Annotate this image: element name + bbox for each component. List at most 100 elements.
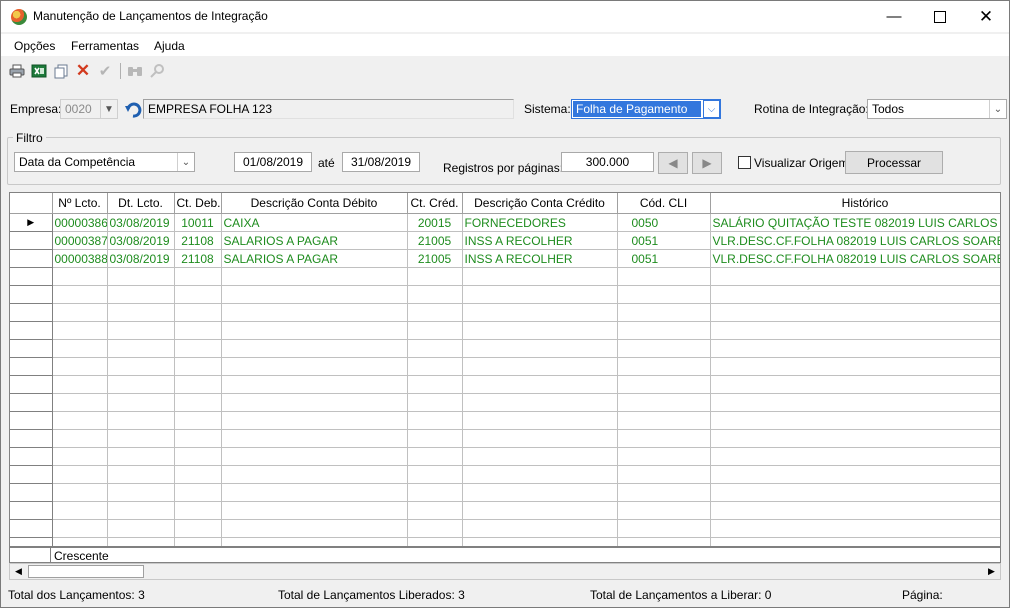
export-excel-button[interactable] — [30, 62, 48, 80]
empty-cell — [710, 267, 1000, 286]
row-indicator[interactable] — [10, 231, 53, 250]
confirm-button[interactable]: ✔ — [96, 62, 114, 80]
table-cell[interactable]: 10011 — [174, 213, 222, 232]
table-cell[interactable]: SALÁRIO QUITAÇÃO TESTE 082019 LUIS CARLO… — [710, 213, 1000, 232]
main-window: Manutenção de Lançamentos de Integração … — [0, 0, 1010, 608]
table-cell[interactable]: 03/08/2019 — [107, 213, 175, 232]
empty-cell — [462, 321, 618, 340]
filtro-title: Filtro — [13, 131, 46, 145]
table-cell[interactable]: INSS A RECOLHER — [462, 231, 618, 250]
empty-cell — [407, 411, 463, 430]
minimize-button[interactable]: — — [871, 1, 917, 32]
search-button[interactable] — [148, 62, 166, 80]
window-title: Manutenção de Lançamentos de Integração — [33, 9, 268, 23]
delete-button[interactable]: ✕ — [74, 61, 92, 80]
data-fim-input[interactable]: 31/08/2019 — [342, 152, 420, 172]
menu-ajuda[interactable]: Ajuda — [154, 39, 185, 53]
table-cell[interactable]: 21108 — [174, 249, 222, 268]
copy-button[interactable] — [52, 62, 70, 80]
table-cell[interactable]: 03/08/2019 — [107, 231, 175, 250]
table-cell[interactable]: 21108 — [174, 231, 222, 250]
table-cell[interactable]: 00000386 — [52, 213, 108, 232]
table-cell[interactable]: 21005 — [407, 249, 463, 268]
table-cell[interactable]: 00000388 — [52, 249, 108, 268]
visualizar-origem-checkbox[interactable] — [738, 156, 751, 169]
row-indicator — [10, 483, 53, 502]
empty-cell — [462, 339, 618, 358]
close-button[interactable]: ✕ — [963, 1, 1009, 32]
sistema-select[interactable]: Folha de Pagamento ⌵ — [571, 99, 721, 119]
lancamentos-table: Nº Lcto. Dt. Lcto. Ct. Deb. Descrição Co… — [10, 193, 1000, 556]
empresa-code-select[interactable]: 0020 ▼ — [60, 99, 118, 119]
scroll-right-button[interactable]: ▶ — [983, 564, 1000, 579]
print-button[interactable] — [8, 62, 26, 80]
scroll-thumb[interactable] — [28, 565, 144, 578]
empty-cell — [462, 483, 618, 502]
table-cell[interactable]: VLR.DESC.CF.FOLHA 082019 LUIS CARLOS SOA… — [710, 249, 1000, 268]
find-button[interactable] — [126, 62, 144, 80]
status-liberados: Total de Lançamentos Liberados: 3 — [278, 588, 465, 602]
row-indicator — [10, 339, 53, 358]
scroll-left-button[interactable]: ◀ — [10, 564, 27, 579]
row-indicator — [10, 303, 53, 322]
empty-row — [10, 447, 1000, 466]
col-header[interactable]: Cód. CLI — [617, 193, 711, 214]
table-cell[interactable]: 0051 — [617, 231, 711, 250]
col-header[interactable]: Dt. Lcto. — [107, 193, 175, 214]
refresh-empresa-button[interactable] — [122, 99, 143, 120]
processar-button[interactable]: Processar — [845, 151, 943, 174]
col-header[interactable]: Descrição Conta Crédito — [462, 193, 618, 214]
empty-cell — [52, 465, 108, 484]
table-cell[interactable]: FORNECEDORES — [462, 213, 618, 232]
row-indicator[interactable] — [10, 249, 53, 268]
col-header[interactable]: Nº Lcto. — [52, 193, 108, 214]
table-cell[interactable]: VLR.DESC.CF.FOLHA 082019 LUIS CARLOS SOA… — [710, 231, 1000, 250]
table-cell[interactable]: 0051 — [617, 249, 711, 268]
registros-input[interactable]: 300.000 — [561, 152, 654, 172]
empty-row — [10, 267, 1000, 286]
data-inicio-input[interactable]: 01/08/2019 — [234, 152, 312, 172]
menu-ferramentas[interactable]: Ferramentas — [71, 39, 139, 53]
table-row[interactable]: ▶ 00000386 03/08/2019 10011 CAIXA 20015 … — [10, 213, 1000, 232]
empty-cell — [174, 285, 222, 304]
table-row[interactable]: 00000387 03/08/2019 21108 SALARIOS A PAG… — [10, 231, 1000, 250]
col-header[interactable]: Ct. Deb. — [174, 193, 222, 214]
empty-cell — [710, 357, 1000, 376]
empty-cell — [52, 447, 108, 466]
empty-cell — [52, 357, 108, 376]
maximize-button[interactable] — [917, 1, 963, 32]
col-header[interactable]: Ct. Créd. — [407, 193, 463, 214]
col-header[interactable]: Descrição Conta Débito — [221, 193, 408, 214]
row-indicator — [10, 285, 53, 304]
table-cell[interactable]: 03/08/2019 — [107, 249, 175, 268]
table-cell[interactable]: SALARIOS A PAGAR — [221, 231, 408, 250]
empty-row — [10, 339, 1000, 358]
empty-cell — [462, 393, 618, 412]
rotina-select[interactable]: Todos ⌄ — [867, 99, 1007, 119]
rotina-label: Rotina de Integração: — [754, 102, 869, 116]
table-cell[interactable]: SALARIOS A PAGAR — [221, 249, 408, 268]
next-page-button[interactable]: ▶ — [692, 152, 722, 174]
table-row[interactable]: 00000388 03/08/2019 21108 SALARIOS A PAG… — [10, 249, 1000, 268]
table-cell[interactable]: 21005 — [407, 231, 463, 250]
prev-page-button[interactable]: ◀ — [658, 152, 688, 174]
horizontal-scrollbar[interactable]: ◀ ▶ — [9, 563, 1001, 580]
table-cell[interactable]: 0050 — [617, 213, 711, 232]
col-header[interactable]: Histórico — [710, 193, 1000, 214]
empty-cell — [617, 267, 711, 286]
empty-cell — [462, 465, 618, 484]
row-indicator[interactable]: ▶ — [10, 213, 53, 232]
empty-cell — [617, 375, 711, 394]
menu-bar: Opções Ferramentas Ajuda — [1, 34, 1009, 56]
empresa-name-field: EMPRESA FOLHA 123 — [143, 99, 514, 119]
indicator-header — [10, 193, 53, 214]
menu-opcoes[interactable]: Opções — [14, 39, 55, 53]
empty-cell — [52, 375, 108, 394]
tipo-data-select[interactable]: Data da Competência ⌄ — [14, 152, 195, 172]
table-cell[interactable]: 20015 — [407, 213, 463, 232]
table-cell[interactable]: INSS A RECOLHER — [462, 249, 618, 268]
toolbar: ✕ ✔ — [1, 58, 1009, 84]
table-cell[interactable]: 00000387 — [52, 231, 108, 250]
empty-cell — [107, 303, 175, 322]
table-cell[interactable]: CAIXA — [221, 213, 408, 232]
